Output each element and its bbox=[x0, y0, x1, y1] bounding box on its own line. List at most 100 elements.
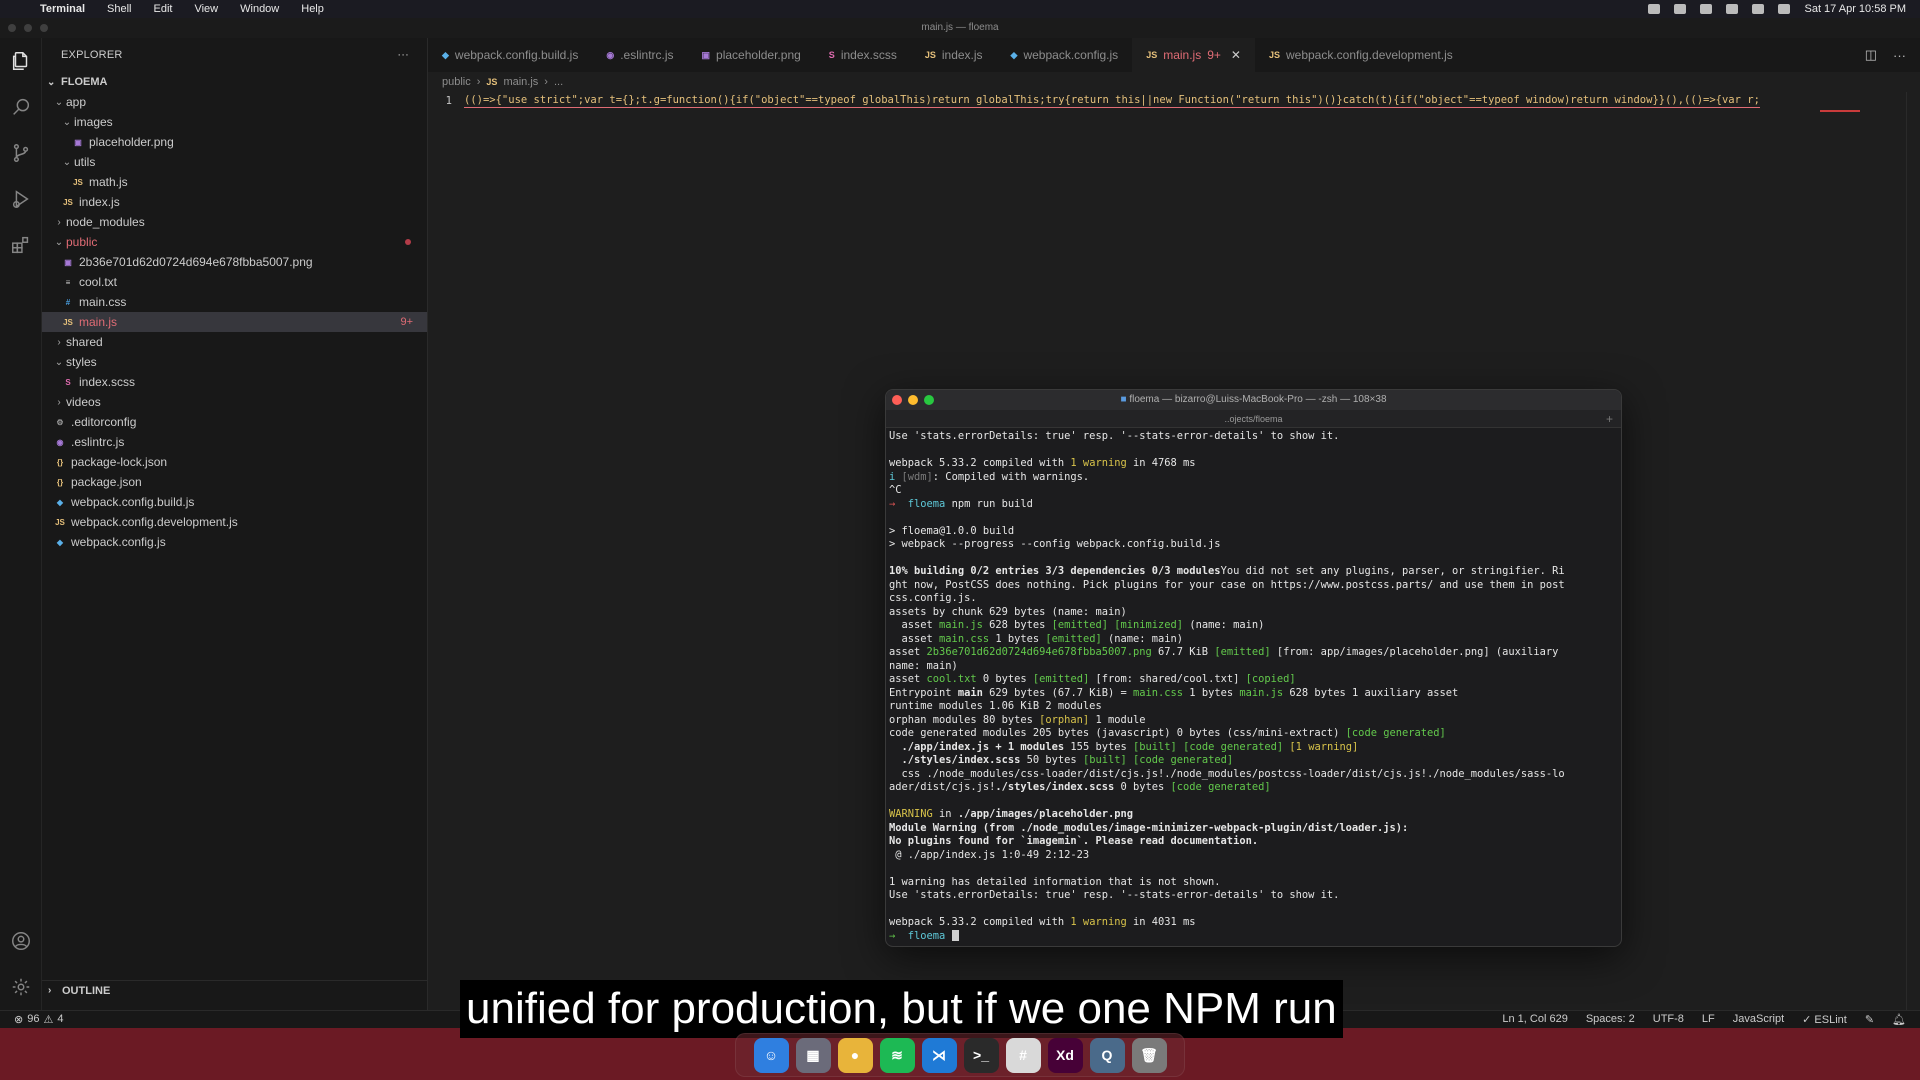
vscode-icon[interactable]: ⋊ bbox=[921, 1037, 957, 1073]
terminal-line: orphan modules 80 bytes [orphan] 1 modul… bbox=[889, 714, 1618, 728]
accounts-activity[interactable] bbox=[0, 918, 42, 964]
tree-item[interactable]: ≡ cool.txt bbox=[42, 272, 427, 292]
tree-item[interactable]: ⚙ .editorconfig bbox=[42, 412, 427, 432]
close-window-button[interactable] bbox=[892, 395, 902, 405]
indentation[interactable]: Spaces: 2 bbox=[1586, 1013, 1635, 1026]
language-mode[interactable]: JavaScript bbox=[1733, 1013, 1784, 1026]
new-tab-icon[interactable]: + bbox=[1606, 410, 1613, 428]
slack-icon[interactable]: # bbox=[1005, 1037, 1041, 1073]
launchpad-icon[interactable]: ▦ bbox=[795, 1037, 831, 1073]
tree-item[interactable]: JS index.js bbox=[42, 192, 427, 212]
menu-edit[interactable]: Edit bbox=[154, 3, 173, 15]
cloud-icon[interactable] bbox=[1674, 4, 1687, 14]
bell-icon[interactable]: 🔔︎ bbox=[1892, 1013, 1906, 1026]
terminal-line: > floema@1.0.0 build bbox=[889, 525, 1618, 539]
problems-status[interactable]: ⊗ 96 ⚠ 4 bbox=[0, 1013, 63, 1026]
editor-tab[interactable]: JS index.js bbox=[911, 38, 997, 72]
terminal-output[interactable]: Use 'stats.errorDetails: true' resp. '--… bbox=[886, 428, 1621, 946]
wifi-icon[interactable] bbox=[1726, 4, 1739, 14]
tree-item[interactable]: ⌄ styles bbox=[42, 352, 427, 372]
outline-section[interactable]: › OUTLINE bbox=[42, 980, 427, 1000]
tree-item[interactable]: ▣ 2b36e701d62d0724d694e678fbba5007.png bbox=[42, 252, 427, 272]
terminal-icon[interactable]: >_ bbox=[963, 1037, 999, 1073]
tree-item[interactable]: › videos bbox=[42, 392, 427, 412]
editor-tab[interactable]: ▣ placeholder.png bbox=[688, 38, 815, 72]
close-icon[interactable]: ✕ bbox=[1231, 48, 1241, 62]
manage-activity[interactable] bbox=[0, 964, 42, 1010]
editor-tab[interactable]: ◉ .eslintrc.js bbox=[592, 38, 687, 72]
breadcrumb-folder[interactable]: public bbox=[442, 76, 471, 88]
tree-item[interactable]: JS main.js 9+ bbox=[42, 312, 427, 332]
tree-item[interactable]: › shared bbox=[42, 332, 427, 352]
webpack-file-icon: ◆ bbox=[1010, 49, 1018, 60]
menu-view[interactable]: View bbox=[194, 3, 218, 15]
minimize-window-button[interactable] bbox=[908, 395, 918, 405]
chrome-icon[interactable]: ● bbox=[837, 1037, 873, 1073]
finder-icon[interactable]: ☺ bbox=[753, 1037, 789, 1073]
tree-item-label: index.scss bbox=[79, 375, 136, 389]
minimize-window-button[interactable] bbox=[24, 24, 32, 32]
code-text[interactable]: (()=>{"use strict";var t={};t.g=function… bbox=[464, 94, 1760, 108]
tree-item[interactable]: ◆ webpack.config.js bbox=[42, 532, 427, 552]
editor-tab[interactable]: Sindex.scss bbox=[815, 38, 911, 72]
editor-tab[interactable]: ◆ webpack.config.js bbox=[997, 38, 1133, 72]
editor-tab[interactable]: JS webpack.config.development.js bbox=[1255, 38, 1467, 72]
tree-item[interactable]: ◆ webpack.config.build.js bbox=[42, 492, 427, 512]
tree-item[interactable]: ⌄ public bbox=[42, 232, 427, 252]
split-editor-icon[interactable]: ◫ bbox=[1865, 47, 1877, 63]
tree-item[interactable]: {} package.json bbox=[42, 472, 427, 492]
search-activity[interactable] bbox=[0, 84, 42, 130]
record-icon[interactable] bbox=[1648, 4, 1661, 14]
breadcrumb-file[interactable]: main.js bbox=[503, 76, 538, 88]
terminal-line: asset main.js 628 bytes [emitted] [minim… bbox=[889, 619, 1618, 633]
tree-item[interactable]: ◉ .eslintrc.js bbox=[42, 432, 427, 452]
explorer-activity[interactable] bbox=[0, 38, 42, 84]
activity-bar bbox=[0, 38, 42, 1010]
source-control-activity[interactable] bbox=[0, 130, 42, 176]
workspace-root[interactable]: ⌄ FLOEMA bbox=[42, 72, 427, 92]
trash-icon[interactable]: 🗑 bbox=[1131, 1037, 1167, 1073]
terminal-tab[interactable]: ..ojects/floema + bbox=[886, 410, 1621, 428]
tree-item[interactable]: ⌄ images bbox=[42, 112, 427, 132]
menu-app[interactable]: Terminal bbox=[40, 3, 85, 15]
spotify-icon[interactable]: ≋ bbox=[879, 1037, 915, 1073]
ellipsis-icon[interactable]: ··· bbox=[397, 49, 409, 61]
tree-item[interactable]: JS math.js bbox=[42, 172, 427, 192]
extensions-activity[interactable] bbox=[0, 222, 42, 268]
close-window-button[interactable] bbox=[8, 24, 16, 32]
zoom-window-button[interactable] bbox=[924, 395, 934, 405]
menubar-clock[interactable]: Sat 17 Apr 10:58 PM bbox=[1804, 3, 1906, 15]
run-debug-activity[interactable] bbox=[0, 176, 42, 222]
cursor-position[interactable]: Ln 1, Col 629 bbox=[1502, 1013, 1567, 1026]
tree-item[interactable]: ⌄ app bbox=[42, 92, 427, 112]
feedback-icon[interactable]: ✎ bbox=[1865, 1013, 1874, 1026]
battery-icon[interactable] bbox=[1700, 4, 1713, 14]
encoding[interactable]: UTF-8 bbox=[1653, 1013, 1684, 1026]
problem-badge: 9+ bbox=[400, 316, 413, 328]
eslint-status[interactable]: ✓ ESLint bbox=[1802, 1013, 1847, 1026]
menu-shell[interactable]: Shell bbox=[107, 3, 131, 15]
tree-item[interactable]: ▣ placeholder.png bbox=[42, 132, 427, 152]
more-actions-icon[interactable]: ··· bbox=[1893, 48, 1906, 63]
menu-window[interactable]: Window bbox=[240, 3, 279, 15]
editor-tab[interactable]: ◆ webpack.config.build.js bbox=[428, 38, 592, 72]
control-center-icon[interactable] bbox=[1778, 4, 1791, 14]
end-of-line[interactable]: LF bbox=[1702, 1013, 1715, 1026]
breadcrumb-symbol[interactable]: ... bbox=[554, 76, 563, 88]
menu-help[interactable]: Help bbox=[301, 3, 324, 15]
tree-item[interactable]: ⌄ utils bbox=[42, 152, 427, 172]
editor-scrollbar[interactable] bbox=[1906, 92, 1920, 1010]
quicktime-icon[interactable]: Q bbox=[1089, 1037, 1125, 1073]
zoom-window-button[interactable] bbox=[40, 24, 48, 32]
tree-item[interactable]: {} package-lock.json bbox=[42, 452, 427, 472]
editor-tab[interactable]: JS main.js 9+ ✕ bbox=[1132, 38, 1255, 72]
tree-item[interactable]: # main.css bbox=[42, 292, 427, 312]
terminal-line: asset 2b36e701d62d0724d694e678fbba5007.p… bbox=[889, 646, 1618, 660]
search-icon[interactable] bbox=[1752, 4, 1765, 14]
xd-icon[interactable]: Xd bbox=[1047, 1037, 1083, 1073]
tree-item[interactable]: › node_modules bbox=[42, 212, 427, 232]
code-line[interactable]: 1 (()=>{"use strict";var t={};t.g=functi… bbox=[428, 92, 1820, 110]
tree-item[interactable]: Sindex.scss bbox=[42, 372, 427, 392]
tree-item[interactable]: JS webpack.config.development.js bbox=[42, 512, 427, 532]
